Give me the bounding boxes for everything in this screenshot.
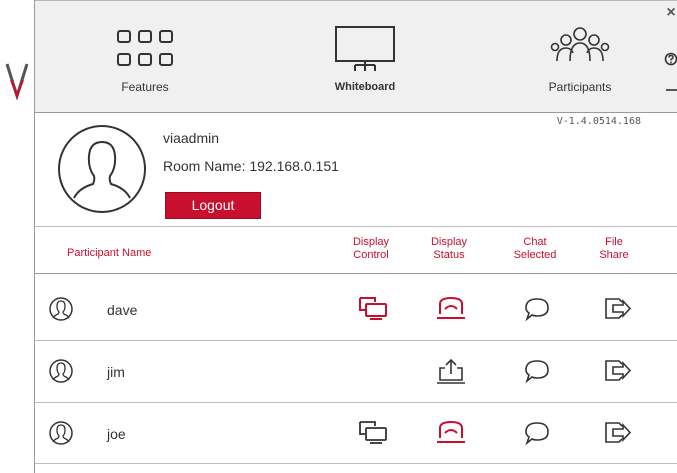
minimize-button[interactable] (666, 89, 677, 91)
display-status-presenting-icon[interactable] (435, 418, 467, 448)
chat-bubble-icon[interactable] (521, 418, 553, 448)
features-grid-icon (117, 30, 173, 66)
participant-name: dave (107, 302, 138, 318)
header-display-status: Display Status (419, 236, 479, 262)
whiteboard-label: Whiteboard (334, 81, 396, 93)
header-display-control: Display Control (341, 236, 401, 262)
header-display-control-line2: Control (353, 249, 389, 261)
participant-avatar-icon (49, 421, 73, 445)
participant-row: dave (35, 280, 677, 341)
version-label: V-1.4.0514.168 (556, 116, 641, 127)
top-toolbar: Features Whiteboard Participants × (35, 0, 677, 113)
header-file-line2: Share (599, 249, 629, 261)
whiteboard-button[interactable]: Whiteboard (305, 1, 425, 113)
logout-button[interactable]: Logout (165, 192, 261, 219)
participant-name: joe (107, 426, 126, 442)
file-share-icon[interactable] (601, 294, 633, 324)
participant-row: joe (35, 404, 677, 464)
file-share-icon[interactable] (601, 418, 633, 448)
display-status-upload-icon[interactable] (435, 356, 467, 386)
room-name: Room Name: 192.168.0.151 (163, 158, 339, 174)
header-participant-name: Participant Name (67, 247, 152, 259)
chat-bubble-icon[interactable] (521, 294, 553, 324)
participants-window: Features Whiteboard Participants × viaad… (34, 0, 677, 473)
display-control-inactive-icon[interactable] (357, 418, 389, 448)
user-avatar-icon (58, 125, 146, 213)
display-status-presenting-icon[interactable] (435, 294, 467, 324)
header-file-line1: File (605, 236, 623, 248)
brand-strip (0, 0, 34, 473)
display-control-active-icon[interactable] (357, 294, 389, 324)
chat-bubble-icon[interactable] (521, 356, 553, 386)
header-display-control-line1: Display (352, 236, 390, 248)
participant-avatar-icon (49, 297, 73, 321)
divider (35, 226, 677, 227)
file-share-icon[interactable] (601, 356, 633, 386)
header-chat-line2: Selected (513, 249, 557, 261)
header-divider (35, 273, 677, 274)
header-chat-line1: Chat (523, 236, 547, 248)
participant-avatar-icon (49, 359, 73, 383)
features-button[interactable]: Features (90, 1, 200, 113)
close-button[interactable]: × (664, 5, 677, 21)
header-display-status-line1: Display (430, 236, 468, 248)
whiteboard-icon (335, 26, 395, 71)
participants-button[interactable]: Participants (520, 1, 640, 113)
features-label: Features (121, 80, 169, 94)
help-icon[interactable] (664, 51, 677, 67)
username: viaadmin (163, 130, 220, 146)
participant-name: jim (107, 364, 125, 380)
participant-row: jim (35, 342, 677, 403)
header-file-share: File Share (589, 236, 639, 262)
participants-label: Participants (548, 80, 612, 94)
header-display-status-line2: Status (433, 249, 465, 261)
via-logo-icon (5, 63, 29, 100)
participants-group-icon (550, 27, 610, 62)
header-chat-selected: Chat Selected (503, 236, 567, 262)
